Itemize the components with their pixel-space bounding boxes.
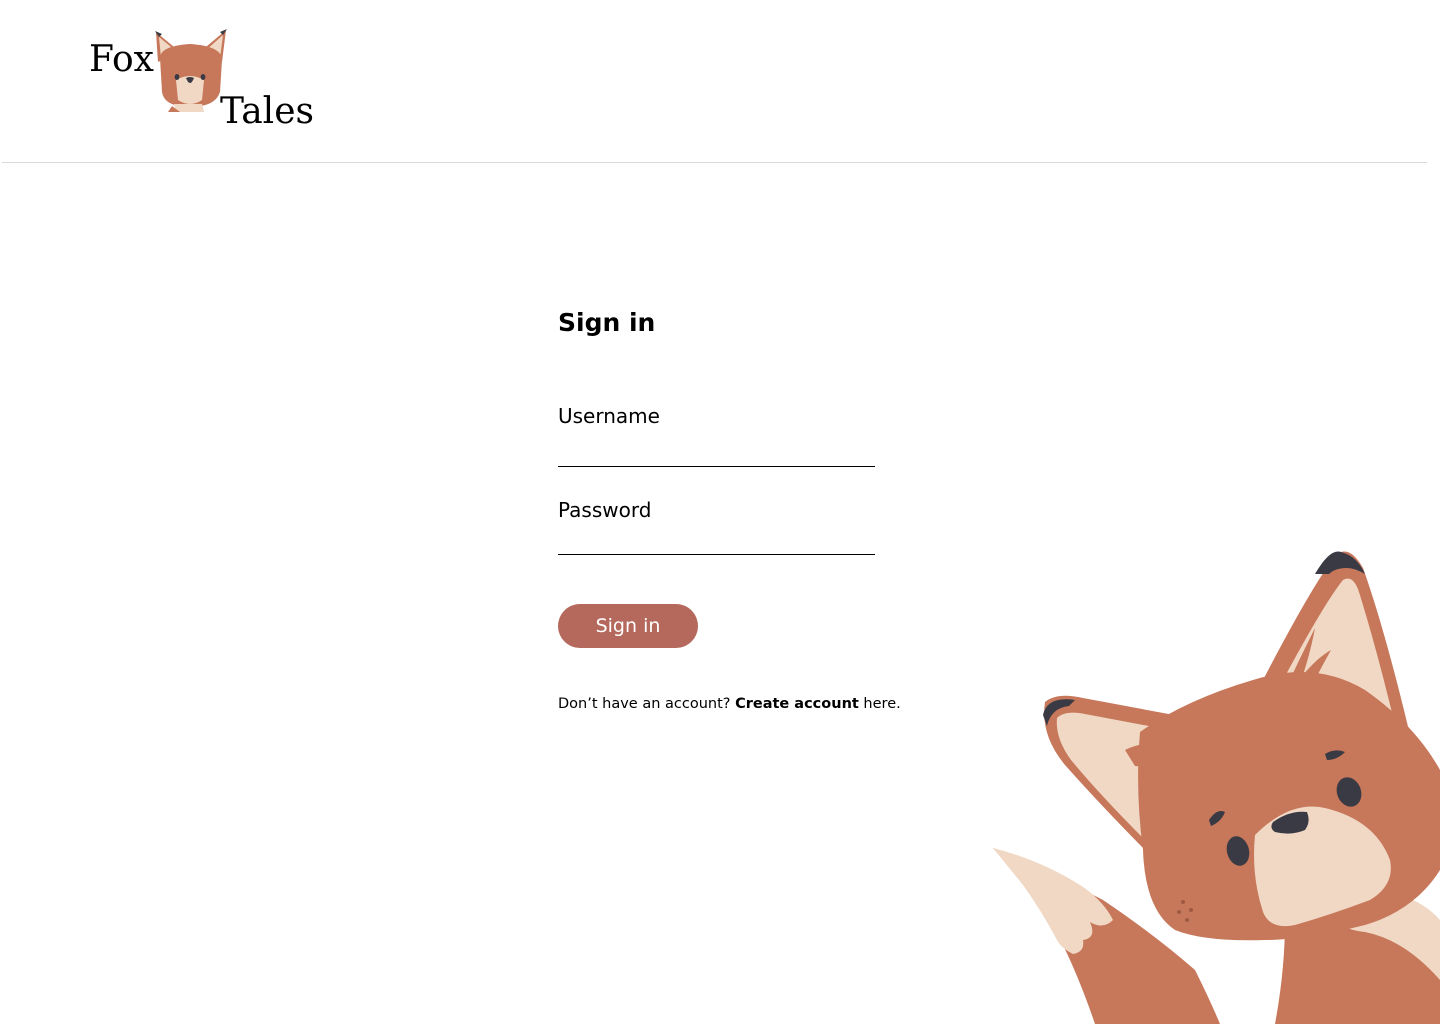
create-account-suffix: here.: [858, 696, 901, 712]
password-input[interactable]: [558, 526, 875, 555]
create-account-prompt: Don’t have an account? Create account he…: [558, 696, 901, 713]
password-label: Password: [558, 498, 652, 522]
create-account-link[interactable]: Create account: [735, 696, 859, 712]
signin-button[interactable]: Sign in: [558, 604, 698, 648]
page-title: Sign in: [558, 308, 656, 337]
header-divider: [2, 162, 1427, 163]
site-header: Fox Tales: [0, 0, 1440, 162]
logo-word-fox: Fox: [89, 39, 154, 80]
logo[interactable]: Fox Tales: [80, 24, 320, 144]
username-input[interactable]: [558, 438, 875, 467]
fox-mascot-illustration: [993, 551, 1440, 1024]
logo-word-tales: Tales: [220, 91, 314, 132]
create-account-prefix: Don’t have an account?: [558, 696, 736, 712]
username-label: Username: [558, 404, 660, 428]
